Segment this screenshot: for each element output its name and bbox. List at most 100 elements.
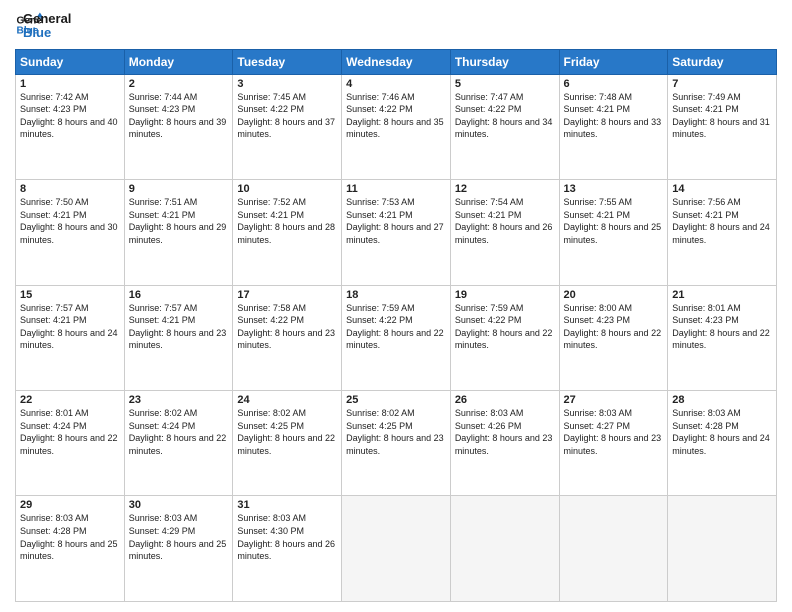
day-number: 1 xyxy=(20,78,120,90)
day-info: Sunrise: 7:42 AMSunset: 4:23 PMDaylight:… xyxy=(20,91,120,141)
day-info: Sunrise: 7:48 AMSunset: 4:21 PMDaylight:… xyxy=(564,91,664,141)
day-info: Sunrise: 8:01 AMSunset: 4:24 PMDaylight:… xyxy=(20,407,120,457)
header-saturday: Saturday xyxy=(668,49,777,74)
day-info: Sunrise: 7:58 AMSunset: 4:22 PMDaylight:… xyxy=(237,302,337,352)
day-info: Sunrise: 7:52 AMSunset: 4:21 PMDaylight:… xyxy=(237,196,337,246)
day-number: 4 xyxy=(346,78,446,90)
calendar-cell: 20Sunrise: 8:00 AMSunset: 4:23 PMDayligh… xyxy=(559,285,668,390)
day-number: 3 xyxy=(237,78,337,90)
logo: General Blue General Blue xyxy=(15,10,71,41)
day-number: 28 xyxy=(672,394,772,406)
calendar-cell: 21Sunrise: 8:01 AMSunset: 4:23 PMDayligh… xyxy=(668,285,777,390)
calendar-cell: 9Sunrise: 7:51 AMSunset: 4:21 PMDaylight… xyxy=(124,180,233,285)
calendar-cell: 22Sunrise: 8:01 AMSunset: 4:24 PMDayligh… xyxy=(16,391,125,496)
day-info: Sunrise: 8:03 AMSunset: 4:29 PMDaylight:… xyxy=(129,512,229,562)
day-number: 21 xyxy=(672,289,772,301)
day-number: 25 xyxy=(346,394,446,406)
day-info: Sunrise: 8:01 AMSunset: 4:23 PMDaylight:… xyxy=(672,302,772,352)
calendar-week-0: 1Sunrise: 7:42 AMSunset: 4:23 PMDaylight… xyxy=(16,74,777,179)
calendar-cell: 31Sunrise: 8:03 AMSunset: 4:30 PMDayligh… xyxy=(233,496,342,602)
calendar-cell: 17Sunrise: 7:58 AMSunset: 4:22 PMDayligh… xyxy=(233,285,342,390)
calendar-week-2: 15Sunrise: 7:57 AMSunset: 4:21 PMDayligh… xyxy=(16,285,777,390)
day-info: Sunrise: 7:51 AMSunset: 4:21 PMDaylight:… xyxy=(129,196,229,246)
calendar-cell: 5Sunrise: 7:47 AMSunset: 4:22 PMDaylight… xyxy=(450,74,559,179)
calendar-cell: 1Sunrise: 7:42 AMSunset: 4:23 PMDaylight… xyxy=(16,74,125,179)
calendar-cell: 27Sunrise: 8:03 AMSunset: 4:27 PMDayligh… xyxy=(559,391,668,496)
day-info: Sunrise: 7:47 AMSunset: 4:22 PMDaylight:… xyxy=(455,91,555,141)
day-info: Sunrise: 7:53 AMSunset: 4:21 PMDaylight:… xyxy=(346,196,446,246)
day-number: 22 xyxy=(20,394,120,406)
calendar-cell: 16Sunrise: 7:57 AMSunset: 4:21 PMDayligh… xyxy=(124,285,233,390)
day-info: Sunrise: 8:02 AMSunset: 4:25 PMDaylight:… xyxy=(346,407,446,457)
day-info: Sunrise: 8:02 AMSunset: 4:24 PMDaylight:… xyxy=(129,407,229,457)
day-info: Sunrise: 7:57 AMSunset: 4:21 PMDaylight:… xyxy=(20,302,120,352)
calendar-cell: 30Sunrise: 8:03 AMSunset: 4:29 PMDayligh… xyxy=(124,496,233,602)
calendar-cell: 7Sunrise: 7:49 AMSunset: 4:21 PMDaylight… xyxy=(668,74,777,179)
calendar-cell: 24Sunrise: 8:02 AMSunset: 4:25 PMDayligh… xyxy=(233,391,342,496)
day-info: Sunrise: 7:56 AMSunset: 4:21 PMDaylight:… xyxy=(672,196,772,246)
day-number: 9 xyxy=(129,183,229,195)
calendar-cell: 6Sunrise: 7:48 AMSunset: 4:21 PMDaylight… xyxy=(559,74,668,179)
day-number: 30 xyxy=(129,499,229,511)
day-info: Sunrise: 8:03 AMSunset: 4:26 PMDaylight:… xyxy=(455,407,555,457)
calendar-week-3: 22Sunrise: 8:01 AMSunset: 4:24 PMDayligh… xyxy=(16,391,777,496)
day-number: 6 xyxy=(564,78,664,90)
day-info: Sunrise: 7:59 AMSunset: 4:22 PMDaylight:… xyxy=(455,302,555,352)
calendar-cell: 29Sunrise: 8:03 AMSunset: 4:28 PMDayligh… xyxy=(16,496,125,602)
logo-blue: Blue xyxy=(23,26,71,40)
header: General Blue General Blue xyxy=(15,10,777,41)
calendar-cell: 2Sunrise: 7:44 AMSunset: 4:23 PMDaylight… xyxy=(124,74,233,179)
calendar-cell: 15Sunrise: 7:57 AMSunset: 4:21 PMDayligh… xyxy=(16,285,125,390)
calendar-cell: 18Sunrise: 7:59 AMSunset: 4:22 PMDayligh… xyxy=(342,285,451,390)
calendar-cell: 8Sunrise: 7:50 AMSunset: 4:21 PMDaylight… xyxy=(16,180,125,285)
day-number: 24 xyxy=(237,394,337,406)
day-number: 13 xyxy=(564,183,664,195)
calendar-cell xyxy=(450,496,559,602)
calendar-cell: 12Sunrise: 7:54 AMSunset: 4:21 PMDayligh… xyxy=(450,180,559,285)
day-info: Sunrise: 8:03 AMSunset: 4:28 PMDaylight:… xyxy=(672,407,772,457)
day-info: Sunrise: 7:49 AMSunset: 4:21 PMDaylight:… xyxy=(672,91,772,141)
header-thursday: Thursday xyxy=(450,49,559,74)
day-number: 11 xyxy=(346,183,446,195)
day-number: 14 xyxy=(672,183,772,195)
calendar-header-row: SundayMondayTuesdayWednesdayThursdayFrid… xyxy=(16,49,777,74)
day-number: 5 xyxy=(455,78,555,90)
day-number: 16 xyxy=(129,289,229,301)
day-number: 7 xyxy=(672,78,772,90)
calendar-table: SundayMondayTuesdayWednesdayThursdayFrid… xyxy=(15,49,777,602)
day-info: Sunrise: 7:50 AMSunset: 4:21 PMDaylight:… xyxy=(20,196,120,246)
calendar-cell: 10Sunrise: 7:52 AMSunset: 4:21 PMDayligh… xyxy=(233,180,342,285)
day-info: Sunrise: 7:45 AMSunset: 4:22 PMDaylight:… xyxy=(237,91,337,141)
day-number: 18 xyxy=(346,289,446,301)
day-info: Sunrise: 7:57 AMSunset: 4:21 PMDaylight:… xyxy=(129,302,229,352)
day-number: 17 xyxy=(237,289,337,301)
calendar-cell xyxy=(559,496,668,602)
calendar-cell: 28Sunrise: 8:03 AMSunset: 4:28 PMDayligh… xyxy=(668,391,777,496)
day-info: Sunrise: 8:02 AMSunset: 4:25 PMDaylight:… xyxy=(237,407,337,457)
calendar-cell: 3Sunrise: 7:45 AMSunset: 4:22 PMDaylight… xyxy=(233,74,342,179)
logo-general: General xyxy=(23,12,71,26)
calendar-week-1: 8Sunrise: 7:50 AMSunset: 4:21 PMDaylight… xyxy=(16,180,777,285)
day-info: Sunrise: 7:59 AMSunset: 4:22 PMDaylight:… xyxy=(346,302,446,352)
day-number: 26 xyxy=(455,394,555,406)
day-info: Sunrise: 8:03 AMSunset: 4:28 PMDaylight:… xyxy=(20,512,120,562)
header-sunday: Sunday xyxy=(16,49,125,74)
calendar-cell xyxy=(668,496,777,602)
calendar-cell: 13Sunrise: 7:55 AMSunset: 4:21 PMDayligh… xyxy=(559,180,668,285)
calendar-cell: 4Sunrise: 7:46 AMSunset: 4:22 PMDaylight… xyxy=(342,74,451,179)
day-number: 23 xyxy=(129,394,229,406)
calendar-cell xyxy=(342,496,451,602)
day-info: Sunrise: 8:03 AMSunset: 4:30 PMDaylight:… xyxy=(237,512,337,562)
calendar-cell: 19Sunrise: 7:59 AMSunset: 4:22 PMDayligh… xyxy=(450,285,559,390)
day-info: Sunrise: 7:44 AMSunset: 4:23 PMDaylight:… xyxy=(129,91,229,141)
day-info: Sunrise: 7:46 AMSunset: 4:22 PMDaylight:… xyxy=(346,91,446,141)
calendar-cell: 23Sunrise: 8:02 AMSunset: 4:24 PMDayligh… xyxy=(124,391,233,496)
day-info: Sunrise: 7:54 AMSunset: 4:21 PMDaylight:… xyxy=(455,196,555,246)
day-info: Sunrise: 7:55 AMSunset: 4:21 PMDaylight:… xyxy=(564,196,664,246)
calendar-week-4: 29Sunrise: 8:03 AMSunset: 4:28 PMDayligh… xyxy=(16,496,777,602)
day-number: 31 xyxy=(237,499,337,511)
calendar-cell: 26Sunrise: 8:03 AMSunset: 4:26 PMDayligh… xyxy=(450,391,559,496)
header-tuesday: Tuesday xyxy=(233,49,342,74)
day-number: 19 xyxy=(455,289,555,301)
day-number: 27 xyxy=(564,394,664,406)
